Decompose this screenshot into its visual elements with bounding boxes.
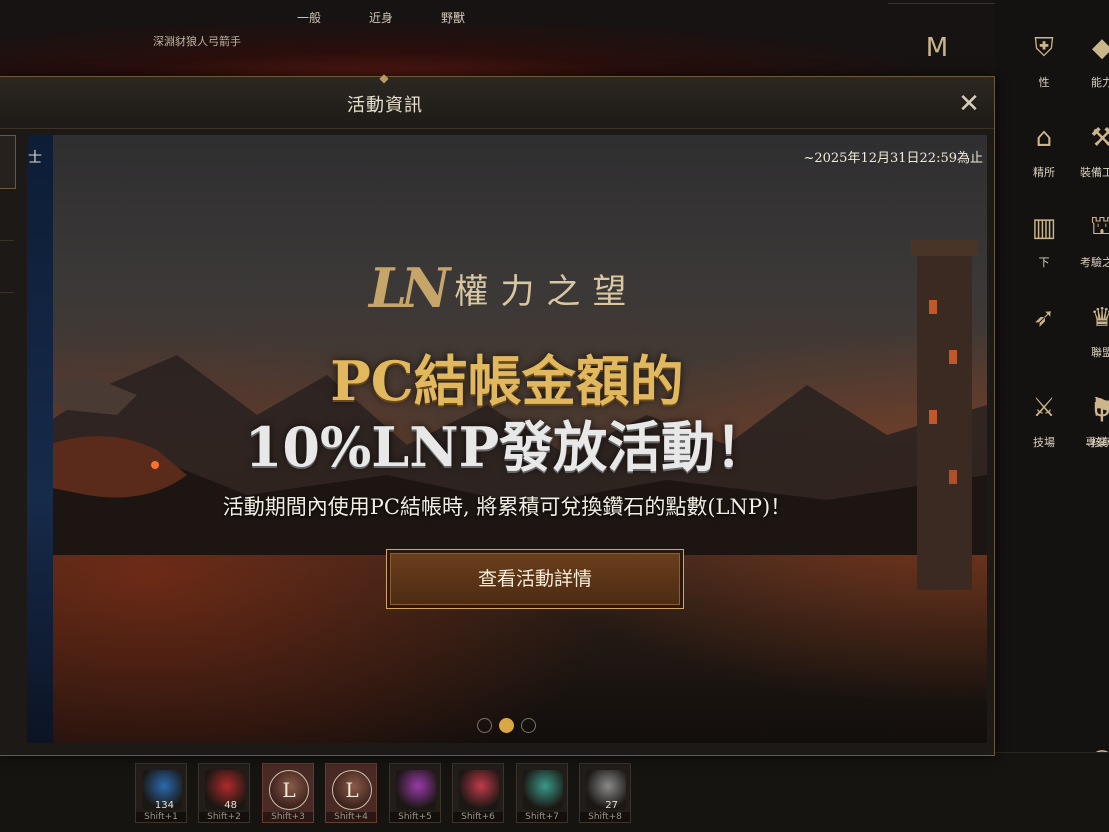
crystal-icon: ◆	[1092, 33, 1109, 63]
hotbar-slot[interactable]: Shift+5	[389, 763, 441, 823]
tab-general[interactable]: 一般	[297, 9, 321, 26]
carousel-dot[interactable]	[521, 718, 536, 733]
menu-item-label: 能力	[1091, 76, 1109, 89]
hotbar-slot[interactable]: 27 Shift+8	[579, 763, 631, 823]
red-scroll-icon	[459, 770, 499, 810]
event-banner: 士 ~2025年12月31日22:59為止 LN 權力之望 PC結帳金額的 10…	[27, 135, 987, 743]
menu-item-shield-sword[interactable]: ⛨ 性	[1012, 28, 1076, 90]
menu-item-tower[interactable]: ⛫ 考驗之塔	[1070, 208, 1109, 270]
menu-item-label: 考驗之塔	[1080, 256, 1109, 269]
menu-item-label: 核萌	[1091, 436, 1109, 449]
side-tab[interactable]	[0, 135, 16, 189]
modal-title: 活動資訊	[347, 95, 423, 116]
target-filter-tabs: 一般 近身 野獸	[297, 9, 465, 26]
game-screen: 一般 近身 野獸 深淵豺狼人弓箭手 M⛨性◆能力♜時裝⌂精所⚒裝備工坊⚙製作▥下…	[0, 0, 1109, 832]
menu-item-arena[interactable]: ⚔ 技場	[1012, 388, 1076, 450]
l-coin-icon: L	[269, 770, 309, 810]
purple-scroll-icon	[396, 770, 436, 810]
target-name: 深淵豺狼人弓箭手	[153, 35, 241, 48]
flag-icon: ⚑	[1090, 393, 1109, 423]
carousel-pagination	[477, 718, 536, 733]
m-emblem-icon: M	[925, 33, 949, 63]
crest-icon: ♛	[1090, 303, 1109, 333]
hotkey-label: Shift+1	[136, 812, 186, 822]
hotkey-label: Shift+8	[580, 812, 630, 822]
item-count: 27	[605, 800, 618, 811]
menu-item-label: 技場	[1033, 436, 1055, 449]
menu-item-anvil[interactable]: ⚒ 裝備工坊	[1070, 118, 1109, 180]
game-logo: LN 權力之望	[369, 256, 639, 320]
menu-item-label: 精所	[1033, 166, 1055, 179]
tab-melee[interactable]: 近身	[369, 9, 393, 26]
carousel-dot[interactable]	[499, 718, 514, 733]
menu-item-arrow[interactable]: ➶	[1012, 298, 1076, 344]
carousel-dot[interactable]	[477, 718, 492, 733]
modal-header: ◆ 活動資訊 ✕	[0, 71, 994, 129]
view-event-details-button[interactable]: 查看活動詳情	[386, 549, 684, 609]
item-count: 134	[154, 800, 174, 811]
divider	[0, 240, 14, 241]
hotkey-label: Shift+2	[199, 812, 249, 822]
menu-item-label: 下	[1038, 256, 1050, 269]
hotkey-label: Shift+4	[326, 812, 376, 822]
l-coin-icon: L	[332, 770, 372, 810]
arrow-icon: ➶	[1033, 303, 1055, 333]
headline-line-2: 10%LNP發放活動！	[244, 415, 770, 479]
teal-scroll-icon	[523, 770, 563, 810]
hotbar-slot[interactable]: L Shift+4	[325, 763, 377, 823]
divider	[0, 292, 14, 293]
menu-item-crystal[interactable]: ◆ 能力	[1070, 28, 1109, 90]
arena-icon: ⚔	[1032, 393, 1056, 423]
menu-item-altar[interactable]: ⌂ 精所	[1012, 118, 1076, 180]
hotkey-label: Shift+3	[263, 812, 313, 822]
event-period: ~2025年12月31日22:59為止	[803, 151, 983, 166]
item-count: 48	[224, 800, 237, 811]
menu-item-flag[interactable]: ⚑ 核萌	[1070, 388, 1109, 450]
event-description: 活動期間內使用PC結帳時, 將累積可兌換鑽石的點數(LNP)！	[222, 495, 792, 519]
hotkey-label: Shift+5	[390, 812, 440, 822]
banner-edge-text: 士	[28, 150, 42, 166]
hotbar-slot[interactable]: 134 Shift+1	[135, 763, 187, 823]
hotbar-slot[interactable]: L Shift+3	[262, 763, 314, 823]
close-button[interactable]: ✕	[956, 91, 982, 117]
menu-item-label: 聯盟	[1091, 346, 1109, 359]
logo-name: 權力之望	[454, 271, 639, 312]
anvil-icon: ⚒	[1090, 123, 1109, 153]
menu-item-label: 裝備工坊	[1080, 166, 1109, 179]
tower-icon: ⛫	[1090, 211, 1109, 241]
menu-item-label: 性	[1038, 76, 1050, 89]
menu-item-pillar[interactable]: ▥ 下	[1012, 208, 1076, 270]
shield-sword-icon: ⛨	[1034, 32, 1054, 63]
hotbar-slot[interactable]: Shift+6	[452, 763, 504, 823]
hotbar-slot[interactable]: Shift+7	[516, 763, 568, 823]
hotkey-label: Shift+6	[453, 812, 503, 822]
hotkey-label: Shift+7	[517, 812, 567, 822]
tab-beast[interactable]: 野獸	[441, 9, 465, 26]
altar-icon: ⌂	[1035, 123, 1053, 153]
logo-mark: LN	[369, 256, 450, 320]
menu-item-crest[interactable]: ♛ 聯盟	[1070, 298, 1109, 360]
menu-item-m-emblem[interactable]: M	[905, 28, 969, 74]
pillar-icon: ▥	[1031, 213, 1057, 243]
title-ornament-icon: ◆	[379, 71, 389, 85]
hotbar-slot[interactable]: 48 Shift+2	[198, 763, 250, 823]
